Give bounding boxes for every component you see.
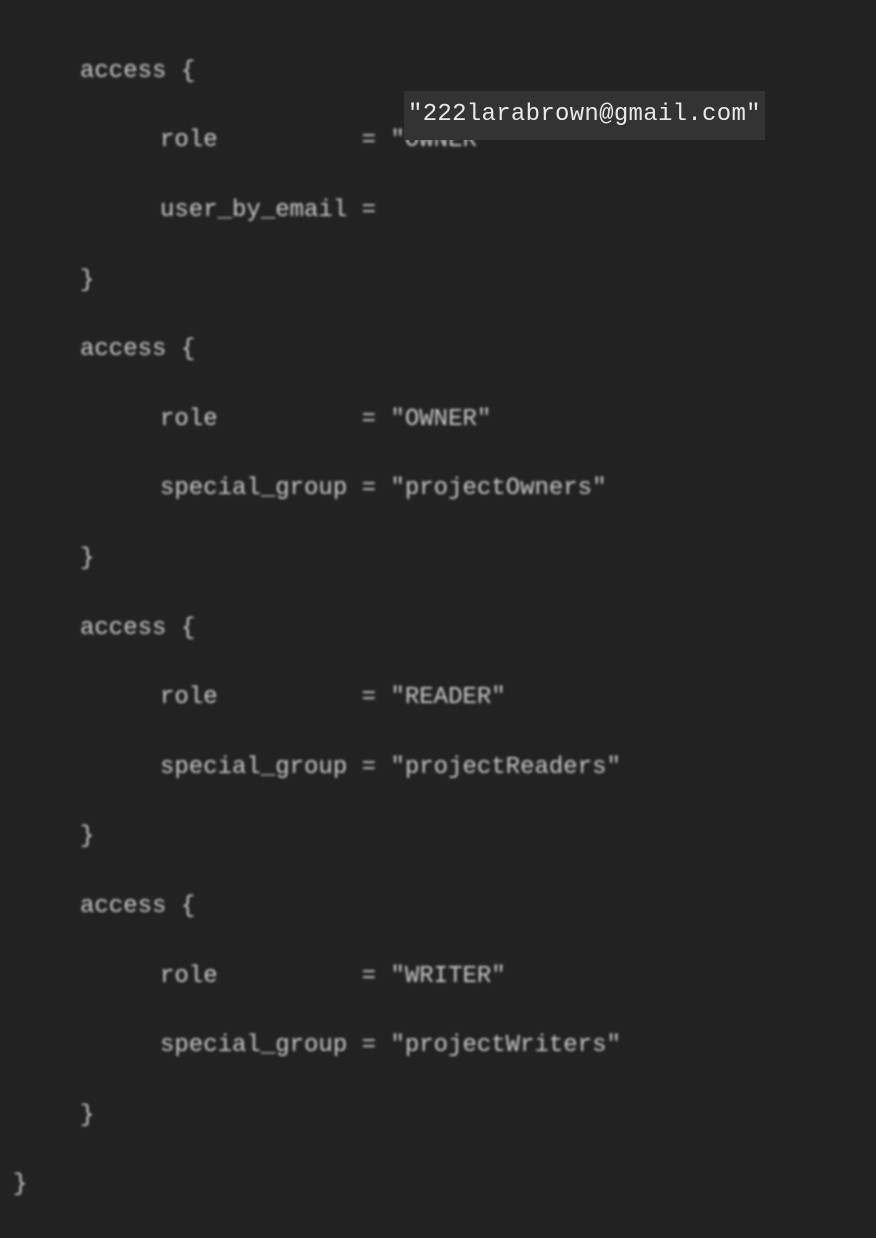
code-value: "projectOwners" [390, 475, 606, 502]
code-line: role = "READER" [0, 681, 876, 716]
code-key: role [160, 127, 347, 154]
block-open: access { [0, 333, 876, 368]
code-key: special_group [160, 1032, 347, 1059]
code-key: role [160, 684, 347, 711]
code-viewer: access { role = "OWNER" user_by_email = … [0, 20, 876, 1238]
code-eq: = [347, 754, 390, 781]
code-value: "projectWriters" [390, 1032, 620, 1059]
code-eq: = [347, 684, 390, 711]
code-value: "OWNER" [390, 406, 491, 433]
code-eq: = [347, 127, 390, 154]
code-value: "projectReaders" [390, 754, 620, 781]
block-open: access { [0, 890, 876, 925]
code-key: special_group [160, 754, 347, 781]
outer-close: } [0, 1168, 876, 1203]
block-open: access { [0, 55, 876, 90]
code-key: special_group [160, 475, 347, 502]
email-overlay: "222larabrown@gmail.com" [404, 91, 765, 140]
code-line: special_group = "projectReaders" [0, 751, 876, 786]
code-value: "READER" [390, 684, 505, 711]
block-open: access { [0, 612, 876, 647]
code-eq: = [347, 475, 390, 502]
code-line: role = "OWNER" [0, 403, 876, 438]
code-key: user_by_email [160, 197, 347, 224]
code-line: special_group = "projectWriters" [0, 1029, 876, 1064]
block-close: } [0, 820, 876, 855]
code-line: role = "WRITER" [0, 960, 876, 995]
code-line: special_group = "projectOwners" [0, 472, 876, 507]
block-close: } [0, 1099, 876, 1134]
code-eq: = [347, 963, 390, 990]
code-eq: = [347, 197, 390, 224]
code-eq: = [347, 406, 390, 433]
code-eq: = [347, 1032, 390, 1059]
block-close: } [0, 264, 876, 299]
code-line: user_by_email = [0, 194, 876, 229]
block-close: } [0, 542, 876, 577]
code-value: "WRITER" [390, 963, 505, 990]
code-key: role [160, 406, 347, 433]
code-key: role [160, 963, 347, 990]
